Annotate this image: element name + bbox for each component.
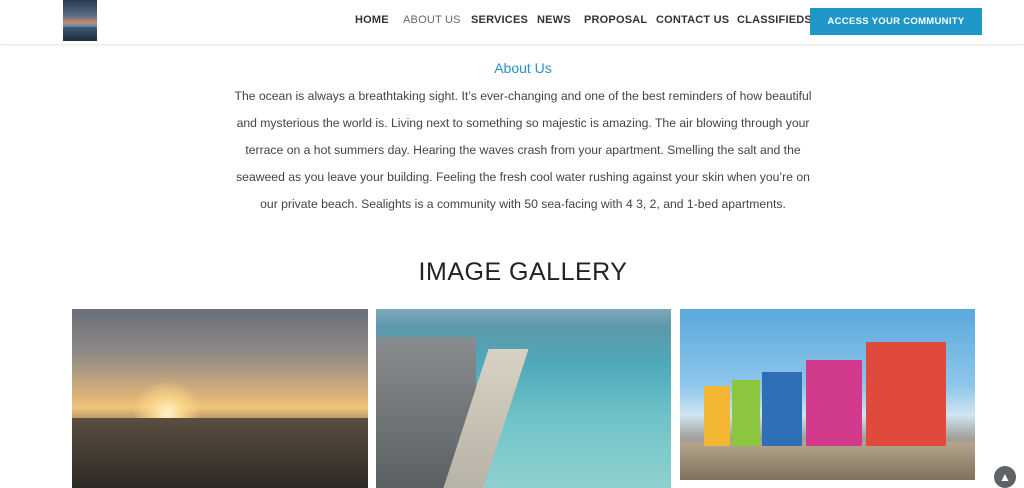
nav-news[interactable]: NEWS: [537, 14, 571, 26]
nav-services[interactable]: SERVICES: [471, 14, 528, 26]
colorful-beach-huts-image[interactable]: [680, 309, 975, 480]
logo-icon[interactable]: [63, 0, 97, 41]
about-line: seaweed as you leave your building. Feel…: [236, 170, 810, 184]
about-text: The ocean is always a breathtaking sight…: [0, 88, 1024, 223]
coastal-city-aerial-image[interactable]: [376, 309, 671, 488]
about-title: About Us: [494, 60, 552, 76]
nav-home[interactable]: HOME: [355, 14, 389, 26]
about-line: terrace on a hot summers day. Hearing th…: [245, 143, 801, 157]
about-line: The ocean is always a breathtaking sight…: [234, 89, 812, 103]
gallery-title: IMAGE GALLERY: [418, 258, 628, 286]
access-community-button[interactable]: ACCESS YOUR COMMUNITY: [810, 8, 982, 35]
chevron-up-icon[interactable]: ▲: [994, 466, 1016, 488]
site-header: HOME ABOUT US SERVICES NEWS PROPOSAL CON…: [0, 0, 1024, 45]
about-line: our private beach. Sealights is a commun…: [260, 197, 786, 211]
nav-proposal[interactable]: PROPOSAL: [584, 14, 647, 26]
sunset-city-image[interactable]: [72, 309, 368, 488]
about-line: and mysterious the world is. Living next…: [236, 116, 810, 130]
nav-about-us[interactable]: ABOUT US: [403, 14, 461, 26]
nav-contact-us[interactable]: CONTACT US: [656, 14, 729, 26]
nav-classifieds[interactable]: CLASSIFIEDS: [737, 14, 812, 26]
